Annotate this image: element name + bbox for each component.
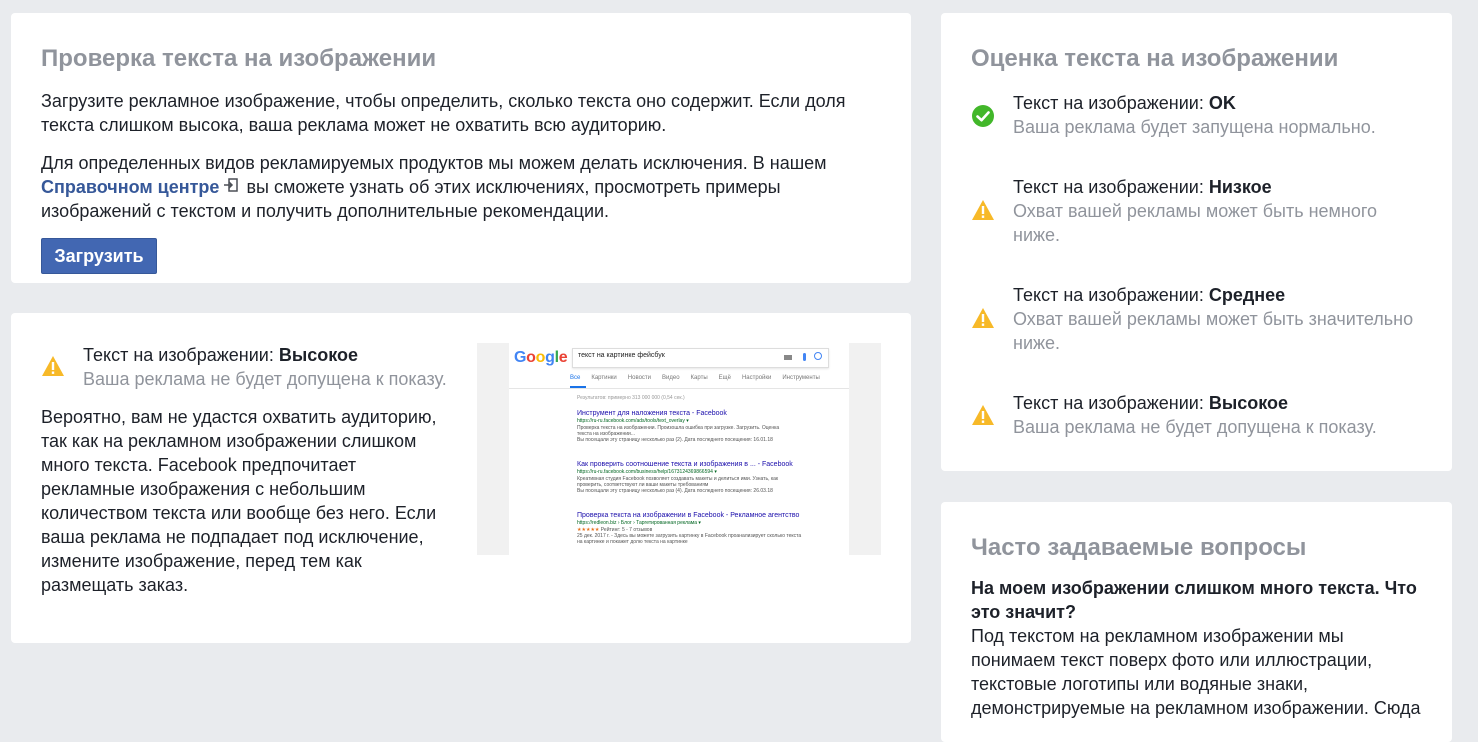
example-result-title: Как проверить соотношение текста и изобр… (577, 461, 793, 468)
exceptions-line-2: Справочном центре вы сможете узнать об э… (41, 175, 901, 199)
mic-icon (803, 353, 806, 361)
result-explanation: Вероятно, вам не удастся охватить аудито… (41, 405, 461, 597)
faq-answer: Под текстом на рекламном изображении мы п… (971, 624, 1441, 720)
rating-item-value: Низкое (1208, 177, 1272, 197)
intro-line-2: текста слишком высока, ваша реклама може… (41, 115, 667, 135)
example-tabs-divider (509, 388, 849, 389)
example-result-visits: Вы посещали эту страницу несколько раз (… (577, 437, 773, 443)
result-card: Текст на изображении: Высокое Ваша рекла… (11, 313, 911, 643)
warning-icon (41, 355, 65, 382)
example-result-title: Инструмент для наложения текста - Facebo… (577, 410, 727, 417)
result-explanation-line: много текста. Facebook предпочитает (41, 455, 357, 475)
example-result-3: Проверка текста на изображении в Faceboo… (577, 511, 827, 545)
example-tabs: Все Картинки Новости Видео Карты Ещё Настройки… (570, 375, 831, 381)
result-explanation-line: рекламные изображения с небольшим (41, 479, 366, 499)
rating-item-prefix: Текст на изображении: (1013, 393, 1209, 413)
rating-item: Текст на изображении: OK Ваша реклама буд… (971, 91, 1441, 151)
rating-item-value: Среднее (1208, 285, 1286, 305)
example-screenshot: Google текст на картинке фейсбук Все Карт… (477, 343, 881, 555)
faq-question-line-2: это значит? (971, 602, 1076, 622)
result-status: Текст на изображении: Высокое Ваша рекла… (41, 343, 481, 393)
example-tab: Ещё (718, 375, 731, 381)
example-tab: Карты (690, 375, 708, 381)
intro-line-1: Загрузите рекламное изображение, чтобы о… (41, 91, 846, 111)
result-explanation-line: так как на рекламном изображении слишком (41, 431, 417, 451)
exceptions-line-1: Для определенных видов рекламируемых про… (41, 153, 827, 173)
rating-item-prefix: Текст на изображении: (1013, 93, 1209, 113)
help-center-link[interactable]: Справочном центре (41, 177, 219, 197)
example-search-box: текст на картинке фейсбук (572, 348, 829, 368)
rating-item-description: ниже. (1013, 225, 1061, 245)
example-result-1: Инструмент для наложения текста - Facebo… (577, 409, 827, 443)
example-tab: Видео (662, 375, 680, 381)
example-tab: Инструменты (782, 375, 820, 381)
rating-item-description: Охват вашей рекламы может быть немного (1013, 201, 1378, 221)
result-explanation-line: ваша реклама не подпадает под исключение… (41, 527, 424, 547)
rating-item-status: Текст на изображении: Высокое (1013, 391, 1288, 415)
result-status-prefix: Текст на изображении: (83, 345, 279, 365)
warning-icon (971, 307, 995, 334)
faq-answer-line: Под текстом на рекламном изображении мы (971, 626, 1344, 646)
external-link-icon[interactable] (223, 175, 239, 199)
example-result-2: Как проверить соотношение текста и изобр… (577, 460, 827, 494)
example-search-query: текст на картинке фейсбук (578, 352, 665, 359)
rating-item-description: ниже. (1013, 333, 1061, 353)
warning-icon (971, 199, 995, 226)
example-result-url: https://ru-ru.facebook.com/business/help… (577, 469, 717, 475)
example-result-url: https://ru-ru.facebook.com/ads/tools/tex… (577, 418, 689, 424)
rating-item-status: Текст на изображении: Среднее (1013, 283, 1285, 307)
google-logo: Google (514, 349, 568, 366)
example-tab: Новости (627, 375, 652, 381)
faq-question-line-1: На моем изображении слишком много текста… (971, 578, 1417, 598)
example-result-title: Проверка текста на изображении в Faceboo… (577, 512, 800, 519)
result-explanation-line: количеством текста или вообще без него. … (41, 503, 437, 523)
rating-item: Текст на изображении: Высокое Ваша реклам… (971, 391, 1441, 451)
result-explanation-line: измените изображение, перед тем как (41, 551, 362, 571)
rating-item-prefix: Текст на изображении: (1013, 285, 1209, 305)
result-explanation-line: размещать заказ. (41, 575, 189, 595)
exceptions-line-2-text: вы сможете узнать об этих исключениях, п… (246, 177, 781, 197)
rating-card: Оценка текста на изображении Текст на из… (941, 13, 1452, 471)
rating-item: Текст на изображении: Среднее Охват вашей… (971, 283, 1441, 353)
rating-item-value: Высокое (1208, 393, 1288, 413)
rating-title: Оценка текста на изображении (971, 45, 1339, 72)
example-results-count: Результатов: примерно 313 000 000 (0,54 … (577, 395, 685, 401)
keyboard-icon (784, 355, 792, 360)
check-text-card: Проверка текста на изображении Загрузите… (11, 13, 911, 283)
rating-item-description: Охват вашей рекламы может быть значитель… (1013, 309, 1414, 329)
faq-title: Часто задаваемые вопросы (971, 534, 1307, 561)
result-explanation-line: Вероятно, вам не удастся охватить аудито… (41, 407, 437, 427)
result-status-sub: Ваша реклама не будет допущена к показу. (83, 369, 447, 389)
check-text-title: Проверка текста на изображении (41, 45, 437, 72)
faq-card: Часто задаваемые вопросы На моем изображ… (941, 502, 1452, 742)
result-status-line: Текст на изображении: Высокое (83, 343, 358, 367)
example-tab: Все (570, 375, 581, 381)
example-result-snippet: на картинке и покажет долю текста на кар… (577, 539, 688, 545)
faq-answer-line: понимаем текст поверх фото или иллюстрац… (971, 650, 1373, 670)
upload-button[interactable]: Загрузить (41, 238, 157, 274)
check-circle-icon (971, 104, 995, 133)
faq-answer-line: демонстрируемые на рекламном изображении… (971, 698, 1421, 718)
warning-icon (971, 404, 995, 431)
rating-item-status: Текст на изображении: Низкое (1013, 175, 1272, 199)
faq-answer-line: текстовые логотипы или водяные знаки, (971, 674, 1309, 694)
search-icon (814, 352, 822, 360)
rating-item-description: Ваша реклама будет запущена нормально. (1013, 117, 1376, 137)
rating-item-prefix: Текст на изображении: (1013, 177, 1209, 197)
example-tab: Картинки (591, 375, 617, 381)
rating-item-status: Текст на изображении: OK (1013, 91, 1236, 115)
result-status-value: Высокое (278, 345, 358, 365)
example-result-url: https://redleon.biz › Блог › Таргетирова… (577, 520, 701, 526)
rating-item-value: OK (1208, 93, 1236, 113)
example-result-visits: Вы посещали эту страницу несколько раз (… (577, 488, 773, 494)
exceptions-line-3: изображений с текстом и получить дополни… (41, 201, 610, 221)
example-tab: Настройки (741, 375, 772, 381)
rating-item-description: Ваша реклама не будет допущена к показу. (1013, 417, 1377, 437)
rating-item: Текст на изображении: Низкое Охват вашей … (971, 175, 1441, 245)
